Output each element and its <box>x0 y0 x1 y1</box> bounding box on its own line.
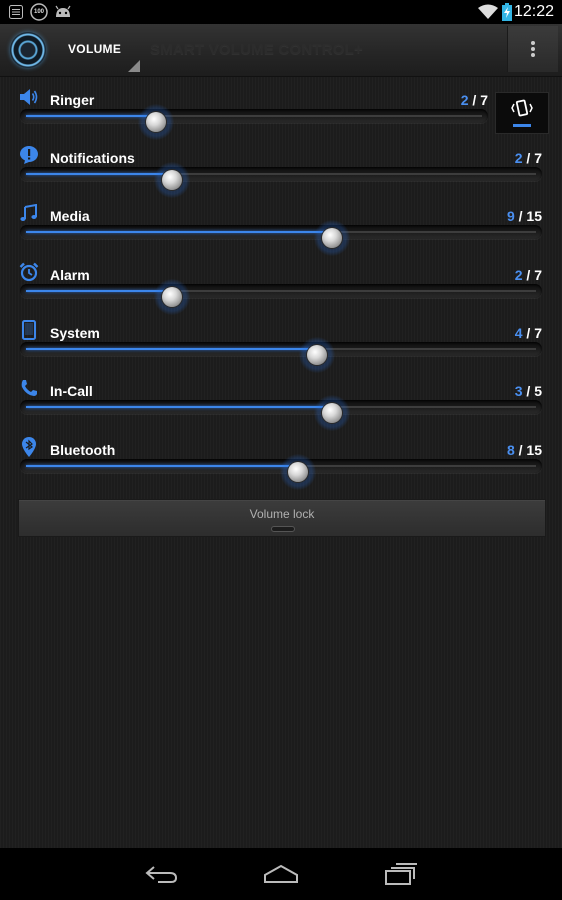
dropdown-indicator-icon <box>128 60 140 72</box>
stream-value: 8 / 15 <box>506 442 542 458</box>
volume-tab-dropdown[interactable]: VOLUME <box>56 24 140 76</box>
stream-value: 2 / 7 <box>514 150 542 166</box>
back-button[interactable] <box>131 858 191 890</box>
slider-thumb[interactable] <box>314 220 350 256</box>
alert-icon <box>18 144 40 166</box>
stream-row-bluetooth: Bluetooth 8 / 15 <box>0 434 562 492</box>
recents-icon <box>385 863 417 885</box>
slider-fill <box>26 406 332 408</box>
back-icon <box>145 866 178 883</box>
status-bar: 100 12:22 <box>0 0 562 24</box>
speaker-logo-icon[interactable] <box>10 32 46 68</box>
volume-tab-label: VOLUME <box>68 42 122 56</box>
slider-fill <box>26 231 332 233</box>
action-bar: VOLUME SMART VOLUME CONTROL+ <box>0 24 562 77</box>
stream-label: Ringer <box>50 92 95 108</box>
stream-label: Alarm <box>50 267 90 283</box>
vibrate-toggle-button[interactable] <box>495 92 549 134</box>
stream-row-media: Media 9 / 15 <box>0 200 562 258</box>
volume-slider[interactable] <box>20 220 542 256</box>
vibrate-active-indicator <box>513 124 531 127</box>
stream-label: Bluetooth <box>50 442 116 458</box>
navigation-bar <box>0 848 562 900</box>
badge-100: 100 <box>33 9 44 15</box>
slider-thumb[interactable] <box>280 454 316 490</box>
phone-device-icon <box>18 319 40 341</box>
slider-thumb[interactable] <box>314 395 350 431</box>
stream-label: Media <box>50 208 90 224</box>
slider-thumb[interactable] <box>154 279 190 315</box>
volume-slider[interactable] <box>20 279 542 315</box>
home-button[interactable] <box>251 858 311 890</box>
volume-slider[interactable] <box>20 395 542 431</box>
stream-label: System <box>50 325 100 341</box>
stream-row-system: System 4 / 7 <box>0 317 562 375</box>
volume-slider[interactable] <box>20 454 542 490</box>
slider-fill <box>26 348 317 350</box>
stream-row-in-call: In-Call 3 / 5 <box>0 375 562 433</box>
battery-charging-icon <box>501 0 513 24</box>
slider-thumb[interactable] <box>138 104 174 140</box>
app-title: SMART VOLUME CONTROL+ <box>150 41 363 58</box>
stream-value: 2 / 7 <box>460 92 488 108</box>
stream-label: In-Call <box>50 383 93 399</box>
drag-handle-icon <box>271 526 295 532</box>
bluetooth-pin-icon <box>18 436 40 458</box>
stream-value: 9 / 15 <box>506 208 542 224</box>
status-clock: 12:22 <box>513 3 554 20</box>
alarm-clock-icon <box>18 261 40 283</box>
slider-fill <box>26 173 172 175</box>
stream-row-notifications: Notifications 2 / 7 <box>0 142 562 200</box>
overflow-menu-button[interactable] <box>507 26 558 72</box>
wifi-icon <box>477 0 499 24</box>
music-note-icon <box>18 202 40 224</box>
volume-slider[interactable] <box>20 337 542 373</box>
stream-value: 2 / 7 <box>514 267 542 283</box>
volume-lock-button[interactable]: Volume lock <box>18 499 546 537</box>
phone-handset-icon <box>18 377 40 399</box>
home-icon <box>264 864 298 883</box>
list-icon <box>6 0 26 24</box>
percentage-100-icon: 100 <box>29 0 49 24</box>
speaker-icon <box>18 86 40 108</box>
stream-value: 4 / 7 <box>514 325 542 341</box>
volume-lock-label: Volume lock <box>249 507 315 521</box>
slider-fill <box>26 115 156 117</box>
slider-thumb[interactable] <box>299 337 335 373</box>
overflow-menu-icon <box>531 41 535 57</box>
stream-value: 3 / 5 <box>514 383 542 399</box>
slider-fill <box>26 465 298 467</box>
stream-row-alarm: Alarm 2 / 7 <box>0 259 562 317</box>
slider-fill <box>26 290 172 292</box>
volume-slider[interactable] <box>20 162 542 198</box>
slider-thumb[interactable] <box>154 162 190 198</box>
stream-row-ringer: Ringer 2 / 7 <box>0 84 562 142</box>
volume-slider[interactable] <box>20 104 488 140</box>
recents-button[interactable] <box>371 858 431 890</box>
vibrate-icon <box>511 99 533 117</box>
stream-label: Notifications <box>50 150 135 166</box>
android-icon <box>53 0 73 24</box>
